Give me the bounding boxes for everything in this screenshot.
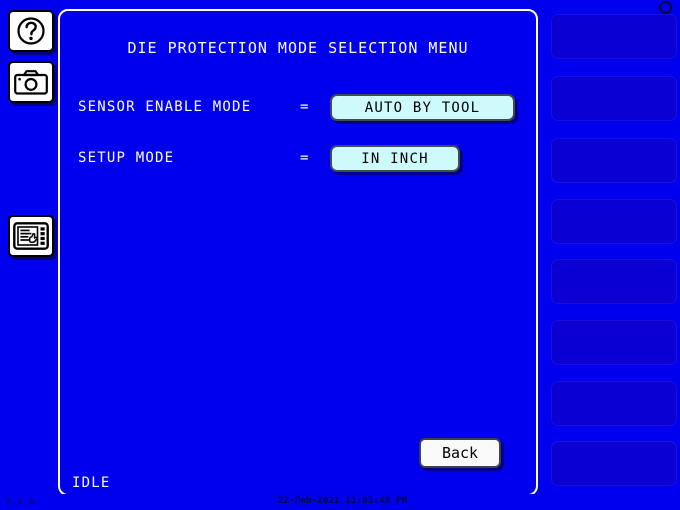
touchscreen-menu-button[interactable] [8, 215, 54, 257]
camera-icon [14, 69, 48, 95]
sensor-enable-mode-equals: = [300, 99, 309, 115]
help-button[interactable] [8, 10, 54, 52]
screenshot-button[interactable] [8, 61, 54, 103]
right-function-rail [540, 0, 680, 510]
main-panel: DIE PROTECTION MODE SELECTION MENU SENSO… [58, 9, 538, 496]
function-button-5[interactable] [551, 259, 677, 304]
version-label: 4.8.0 [6, 497, 36, 506]
setup-mode-row: SETUP MODE = IN INCH [78, 145, 522, 173]
function-button-4[interactable] [551, 199, 677, 244]
left-tool-rail [0, 0, 58, 510]
setup-mode-value-button[interactable]: IN INCH [330, 145, 460, 172]
datetime-label: 22-Feb-2021 11:03:48 PM [278, 496, 408, 506]
power-indicator-icon [659, 1, 672, 14]
bottom-status-strip: 4.8.0 22-Feb-2021 11:03:48 PM [0, 494, 680, 510]
sensor-enable-mode-row: SENSOR ENABLE MODE = AUTO BY TOOL [78, 94, 522, 122]
status-text: IDLE [72, 475, 111, 491]
back-button[interactable]: Back [419, 438, 501, 468]
function-button-2[interactable] [551, 76, 677, 121]
sensor-enable-mode-value-button[interactable]: AUTO BY TOOL [330, 94, 515, 121]
page-title: DIE PROTECTION MODE SELECTION MENU [127, 39, 469, 57]
function-button-1[interactable] [551, 14, 677, 59]
hmi-screen: DIE PROTECTION MODE SELECTION MENU SENSO… [0, 0, 680, 510]
function-button-3[interactable] [551, 138, 677, 183]
setup-mode-equals: = [300, 150, 309, 166]
function-button-8[interactable] [551, 441, 677, 486]
help-icon [16, 16, 46, 46]
setup-mode-label: SETUP MODE [78, 150, 175, 166]
function-button-7[interactable] [551, 381, 677, 426]
touchscreen-menu-icon [13, 222, 49, 250]
sensor-enable-mode-label: SENSOR ENABLE MODE [78, 99, 252, 115]
function-button-6[interactable] [551, 320, 677, 365]
